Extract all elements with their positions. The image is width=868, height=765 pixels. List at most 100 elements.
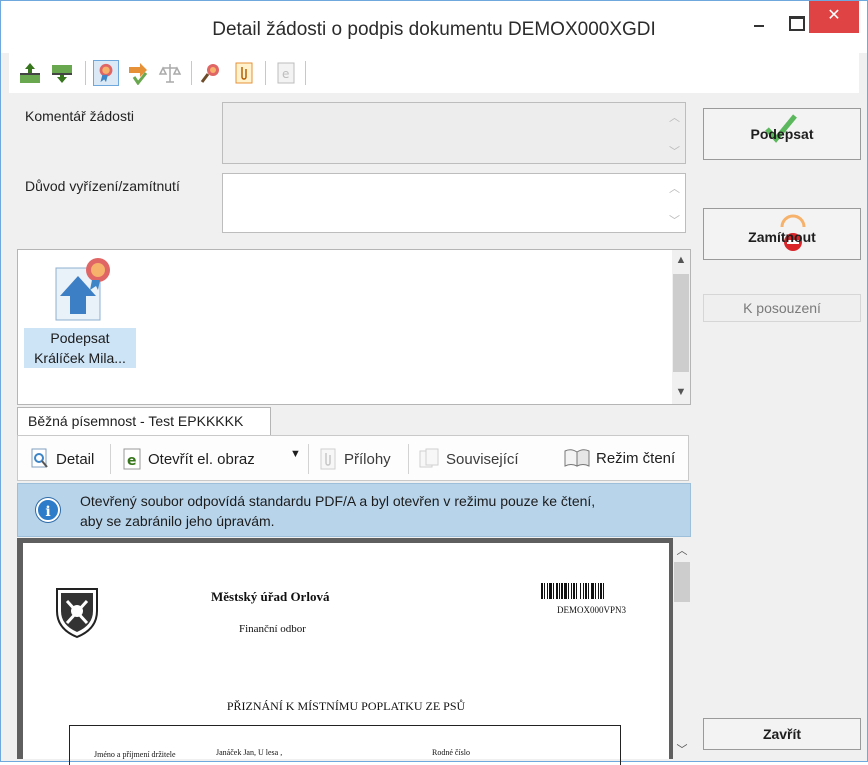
sign-step-icon <box>48 254 112 322</box>
chevron-up-icon[interactable]: ▲ <box>675 254 687 268</box>
chevron-down-icon[interactable]: ▼ <box>290 448 301 460</box>
download-green-icon[interactable] <box>49 60 75 86</box>
upload-green-icon[interactable] <box>17 60 43 86</box>
department-name: Finanční odbor <box>239 623 306 635</box>
reason-scrollbar[interactable]: ︿ ﹀ <box>663 174 685 232</box>
reject-button[interactable]: Zamítnout <box>703 208 861 260</box>
scrollbar-thumb[interactable] <box>673 274 689 372</box>
chevron-up-icon[interactable]: ︿ <box>669 109 680 125</box>
office-name: Městský úřad Orlová <box>211 589 330 604</box>
chevron-up-icon[interactable]: ︿ <box>676 542 688 557</box>
svg-text:e: e <box>127 453 137 469</box>
workflow-scrollbar[interactable]: ▲ ▼ <box>672 250 690 404</box>
chevron-down-icon[interactable]: ﹀ <box>669 212 680 228</box>
barcode-bar <box>573 583 575 599</box>
action-panel: Podepsat Zamítnout K posouzení Zavřít <box>693 98 865 761</box>
barcode-bar <box>580 583 581 599</box>
barcode-bar <box>549 583 552 599</box>
window-title: Detail žádosti o podpis dokumentu DEMOX0… <box>212 19 656 40</box>
workflow-item-sign[interactable]: Podepsat Králíček Mila... <box>24 254 136 368</box>
title-bar: Detail žádosti o podpis dokumentu DEMOX0… <box>1 1 867 53</box>
toolbar-separator <box>308 444 309 474</box>
barcode-bar <box>591 583 594 599</box>
pdfa-info-bar: i Otevřený soubor odpovídá standardu PDF… <box>17 483 691 537</box>
open-image-button[interactable]: e Otevřít el. obraz <box>122 448 255 470</box>
scrollbar-thumb[interactable] <box>674 562 690 602</box>
barcode-bar <box>561 583 563 599</box>
attachment-icon[interactable] <box>231 60 257 86</box>
toolbar-separator <box>408 444 409 474</box>
review-button[interactable]: K posouzení <box>703 294 861 322</box>
reading-mode-button[interactable]: Režim čtení <box>564 448 675 468</box>
barcode-bar <box>559 583 560 599</box>
barcode-bar <box>600 583 602 599</box>
city-coat-of-arms-icon <box>56 588 98 639</box>
document-heading: PŘIZNÁNÍ K MÍSTNÍMU POPLATKU ZE PSŮ <box>226 699 466 713</box>
barcode-bar <box>588 583 589 599</box>
holder-name-label: Jméno a příjmení držitele <box>94 750 176 759</box>
attachment-icon <box>320 448 336 470</box>
barcode-bar <box>553 583 554 599</box>
barcode-bar <box>544 583 545 599</box>
barcode-bar <box>576 583 577 599</box>
related-documents-icon <box>419 448 439 468</box>
barcode-icon <box>541 583 604 599</box>
barcode-bar <box>571 583 572 599</box>
barcode-bar <box>603 583 604 599</box>
chevron-down-icon[interactable]: ﹀ <box>669 143 680 159</box>
viewer-scrollbar[interactable]: ︿ ﹀ <box>673 538 691 759</box>
tab-document[interactable]: Běžná písemnost - Test EPKKKKK <box>17 407 271 435</box>
toolbar-separator <box>191 61 192 85</box>
barcode-bar <box>564 583 567 599</box>
reason-label: Důvod vyřízení/zamítnutí <box>25 178 180 194</box>
comment-scrollbar[interactable]: ︿ ﹀ <box>663 103 685 163</box>
info-message: Otevřený soubor odpovídá standardu PDF/A… <box>80 493 596 529</box>
chevron-down-icon[interactable]: ▼ <box>675 386 687 400</box>
barcode-bar <box>583 583 584 599</box>
barcode-text: DEMOX000VPN3 <box>557 605 627 615</box>
workflow-item-label: Podepsat Králíček Mila... <box>24 328 136 368</box>
reason-field[interactable]: ︿ ﹀ <box>222 173 686 233</box>
svg-text:e: e <box>282 67 289 81</box>
document-toolbar: Detail e Otevřít el. obraz ▼ Přílohy Sou… <box>17 435 689 481</box>
barcode-bar <box>595 583 596 599</box>
related-button[interactable]: Související <box>418 448 519 470</box>
toolbar-separator <box>110 444 111 474</box>
barcode-bar <box>585 583 587 599</box>
barcode-bar <box>547 583 548 599</box>
sign-button[interactable]: Podepsat <box>703 108 861 160</box>
maximize-button[interactable] <box>781 9 809 35</box>
magnifier-icon <box>31 448 48 468</box>
info-icon: i <box>36 498 60 522</box>
chevron-up-icon[interactable]: ︿ <box>669 180 680 196</box>
comment-field: ︿ ﹀ <box>222 102 686 164</box>
close-button[interactable]: Zavřít <box>703 718 861 750</box>
holder-name-value: Janáček Jan, U lesa , <box>216 748 283 757</box>
attachments-button[interactable]: Přílohy <box>318 448 391 470</box>
chevron-down-icon[interactable]: ﹀ <box>676 741 688 756</box>
comment-label: Komentář žádosti <box>25 108 134 124</box>
certificate-icon[interactable] <box>93 60 119 86</box>
minimize-button[interactable] <box>745 9 773 35</box>
toolbar-separator <box>305 61 306 85</box>
document-viewer[interactable]: Městský úřad Orlová Finanční odbor DEMOX… <box>17 538 691 765</box>
barcode-bar <box>568 583 569 599</box>
e-document-icon[interactable]: e <box>273 60 299 86</box>
main-toolbar: e <box>9 53 859 93</box>
arrow-sign-icon[interactable] <box>125 60 151 86</box>
open-book-icon <box>564 449 590 467</box>
barcode-bar <box>598 583 599 599</box>
form-table: Jméno a příjmení držitele Janáček Jan, U… <box>69 725 621 765</box>
dialog-window: Detail žádosti o podpis dokumentu DEMOX0… <box>0 0 868 765</box>
e-document-icon: e <box>123 448 141 470</box>
detail-button[interactable]: Detail <box>30 448 94 470</box>
workflow-list: Podepsat Králíček Mila... ▲ ▼ <box>17 249 691 405</box>
magnifier-seal-icon[interactable] <box>199 60 225 86</box>
request-form: Komentář žádosti ︿ ﹀ Důvod vyřízení/zamí… <box>17 98 689 246</box>
toolbar-separator <box>265 61 266 85</box>
toolbar-separator <box>85 61 86 85</box>
barcode-bar <box>541 583 543 599</box>
scales-icon[interactable] <box>157 60 183 86</box>
close-window-button[interactable]: ✕ <box>809 1 859 33</box>
birth-number-label: Rodné číslo <box>432 748 470 757</box>
